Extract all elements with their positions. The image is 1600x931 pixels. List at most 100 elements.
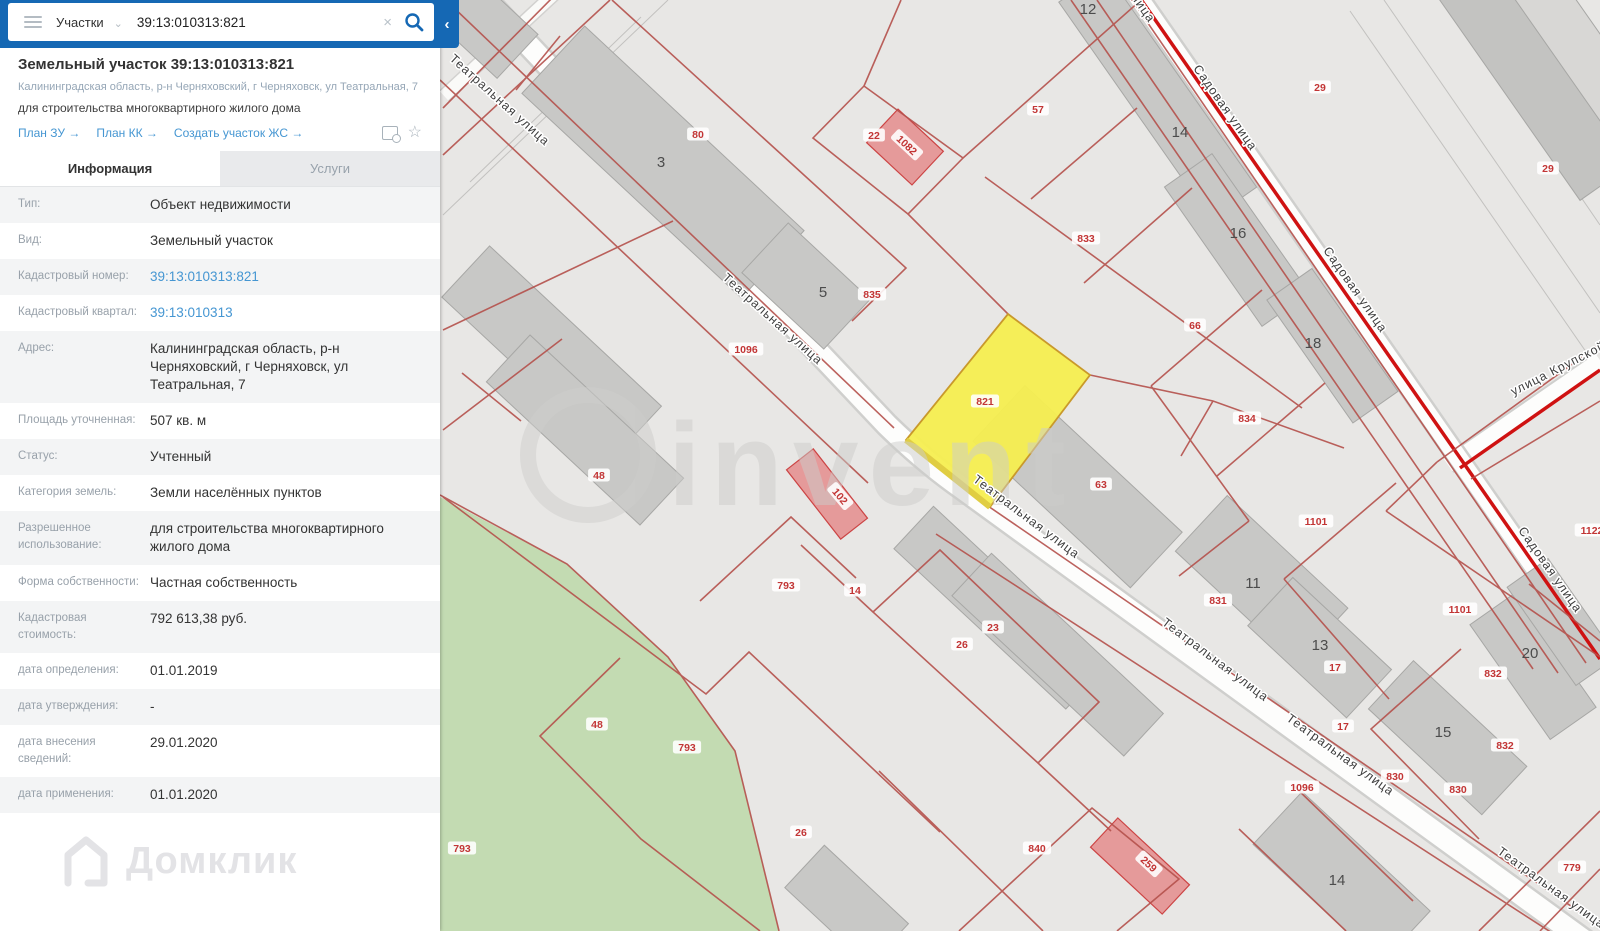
chevron-down-icon[interactable]: ⌄ (114, 17, 123, 30)
info-row: дата утверждения: - (0, 689, 440, 725)
cadastral-map[interactable]: invent Театральная улицаТеатральная улиц… (440, 0, 1600, 931)
info-row: дата определения: 01.01.2019 (0, 653, 440, 689)
svg-text:793: 793 (777, 580, 795, 592)
domclick-house-icon (64, 836, 108, 887)
parcel-number-label: 17 (1332, 719, 1354, 733)
row-value: 507 кв. м (150, 413, 207, 428)
svg-text:17: 17 (1329, 662, 1341, 674)
parcel-number-label: 793 (672, 740, 702, 754)
svg-text:830: 830 (1449, 784, 1467, 796)
row-value: для строительства многоквартирного жилог… (150, 521, 384, 554)
svg-text:26: 26 (956, 639, 968, 651)
parcel-number-label: 14 (844, 583, 866, 597)
svg-text:48: 48 (593, 470, 605, 482)
row-label: Кадастровый квартал: (18, 306, 137, 318)
search-category-select[interactable]: Участки (56, 15, 104, 30)
map-viewport[interactable]: invent Театральная улица Театральная улиц… (440, 0, 1600, 931)
parcel-number-label: 1096 (728, 342, 764, 356)
info-row: Кадастровый квартал: 39:13:010313 (0, 295, 440, 331)
parcel-number-label: 1096 (1284, 780, 1320, 794)
parcel-number-label: 57 (1027, 102, 1049, 116)
search-input[interactable] (136, 14, 384, 30)
plan-preview-icon[interactable] (381, 126, 401, 143)
parcel-number-label: 26 (790, 825, 812, 839)
tab-services[interactable]: Услуги (220, 151, 440, 186)
svg-text:63: 63 (1095, 479, 1107, 491)
svg-text:26: 26 (795, 827, 807, 839)
parcel-address-line: Калининградская область, р-н Черняховски… (18, 81, 418, 93)
parcel-info-panel: Земельный участок 39:13:010313:821 Калин… (0, 0, 440, 931)
search-box[interactable]: Участки ⌄ × (8, 3, 434, 41)
row-label: Категория земель: (18, 486, 117, 498)
row-value-link[interactable]: 39:13:010313:821 (150, 268, 273, 286)
svg-text:48: 48 (591, 719, 603, 731)
parcel-number-label: 1122 (1574, 523, 1600, 537)
domclick-watermark: Домклик (60, 833, 297, 889)
building-number-label: 20 (1522, 645, 1539, 662)
parcel-number-label: 793 (447, 841, 477, 855)
row-value: Калининградская область, р-н Черняховски… (150, 341, 349, 392)
svg-text:23: 23 (987, 622, 999, 634)
parcel-number-label: 779 (1557, 860, 1587, 874)
svg-text:821: 821 (976, 396, 994, 408)
info-row: Вид: Земельный участок (0, 223, 440, 259)
svg-text:1101: 1101 (1449, 604, 1472, 616)
parcel-number-label: 17 (1324, 660, 1346, 674)
svg-text:14: 14 (849, 585, 861, 597)
svg-text:1122: 1122 (1581, 525, 1600, 537)
info-row: Адрес: Калининградская область, р-н Черня… (0, 331, 440, 403)
parcel-number-label: 840 (1022, 841, 1052, 855)
tab-information[interactable]: Информация (0, 151, 220, 186)
parcel-link-0[interactable]: План ЗУ → (18, 126, 80, 140)
svg-text:29: 29 (1314, 82, 1326, 94)
row-label: дата внесения сведений: (18, 736, 96, 765)
row-label: Разрешенное использование: (18, 522, 102, 551)
search-bar: Участки ⌄ × ‹ (0, 0, 459, 48)
row-value: Объект недвижимости (150, 197, 291, 212)
building-number-label: 15 (1435, 724, 1452, 741)
parcel-link-1[interactable]: План КК → (96, 126, 158, 140)
info-row: Форма собственности: Частная собственност… (0, 565, 440, 601)
row-label: Кадастровая стоимость: (18, 612, 87, 641)
building-number-label: 14 (1329, 872, 1346, 889)
menu-icon[interactable] (24, 16, 42, 28)
building-number-label: 3 (657, 154, 665, 171)
building-number-label: 11 (1245, 575, 1261, 592)
row-label: Статус: (18, 450, 58, 462)
collapse-panel-button[interactable]: ‹ (438, 0, 456, 48)
svg-text:29: 29 (1542, 163, 1554, 175)
row-value-link[interactable]: 39:13:010313 (150, 304, 247, 322)
parcel-number-label: 833 (1071, 231, 1101, 245)
svg-text:840: 840 (1028, 843, 1046, 855)
parcel-number-label: 832 (1490, 738, 1520, 752)
row-value: Частная собственность (150, 575, 298, 590)
parcel-number-label: 29 (1537, 161, 1559, 175)
svg-text:57: 57 (1032, 104, 1044, 116)
info-row: Кадастровая стоимость: 792 613,38 руб. (0, 601, 440, 653)
svg-text:834: 834 (1238, 413, 1256, 425)
favorite-star-icon[interactable]: ☆ (408, 125, 422, 141)
svg-text:1096: 1096 (1290, 782, 1314, 794)
header-icons: ☆ (381, 125, 422, 143)
parcel-link-2[interactable]: Создать участок ЖС → (174, 126, 303, 140)
parcel-number-label: 832 (1478, 666, 1508, 680)
parcel-number-label: 80 (687, 127, 709, 141)
clear-search-icon[interactable]: × (383, 14, 392, 31)
row-value: 01.01.2020 (150, 787, 218, 802)
info-row: Разрешенное использование: для строительс… (0, 511, 440, 565)
svg-text:830: 830 (1386, 771, 1404, 783)
row-label: дата применения: (18, 788, 114, 800)
parcel-number-label: 830 (1443, 782, 1473, 796)
search-icon[interactable] (404, 12, 424, 32)
svg-text:17: 17 (1337, 721, 1349, 733)
domclick-logo-text: Домклик (126, 839, 298, 882)
svg-text:66: 66 (1189, 320, 1201, 332)
parcel-number-label: 834 (1232, 411, 1262, 425)
panel-tabs: Информация Услуги (0, 151, 440, 187)
row-label: Вид: (18, 234, 42, 246)
building-number-label: 13 (1312, 637, 1329, 654)
parcel-number-label: 830 (1380, 769, 1410, 783)
parcel-title: Земельный участок 39:13:010313:821 (18, 56, 295, 73)
svg-text:832: 832 (1484, 668, 1502, 680)
row-value: - (150, 699, 155, 714)
